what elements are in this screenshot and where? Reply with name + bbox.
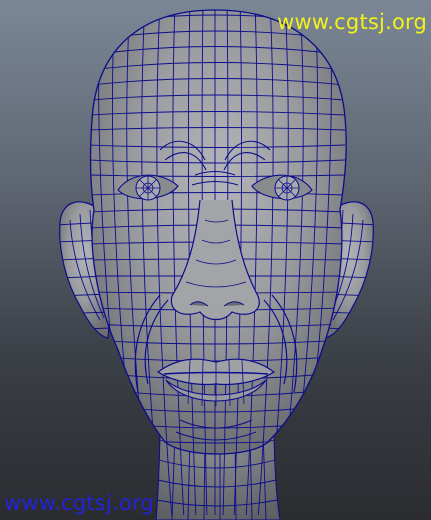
3d-viewport[interactable]: www.cgtsj.org www.cgtsj.org (0, 0, 431, 520)
watermark-top: www.cgtsj.org (277, 10, 427, 34)
watermark-bottom: www.cgtsj.org (4, 491, 154, 515)
head-wireframe-model (59, 9, 374, 520)
